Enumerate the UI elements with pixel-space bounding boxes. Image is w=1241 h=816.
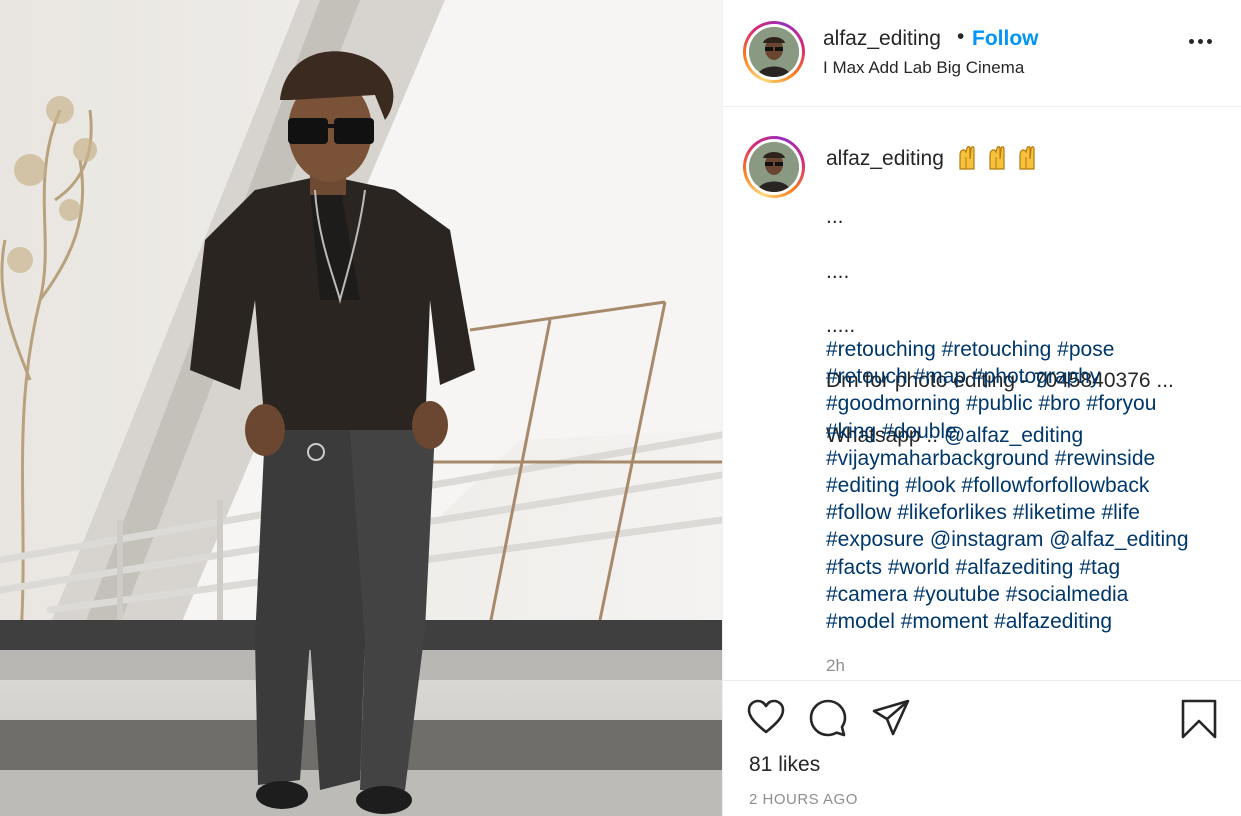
post-location[interactable]: I Max Add Lab Big Cinema: [823, 58, 1024, 78]
follow-button[interactable]: Follow: [972, 27, 1039, 51]
hashtag-line[interactable]: #retouch #map #photography: [826, 363, 1236, 390]
comment-icon[interactable]: [809, 699, 847, 742]
hashtag-line[interactable]: #follow #likeforlikes #liketime #life: [826, 499, 1236, 526]
bookmark-icon[interactable]: [1181, 699, 1217, 744]
hashtag-line[interactable]: #camera #youtube #socialmedia: [826, 581, 1236, 608]
header-separator: •: [957, 25, 965, 48]
hashtag-line[interactable]: #exposure @instagram @alfaz_editing: [826, 526, 1236, 553]
hashtag-block: #retouching #retouching #pose #retouch #…: [826, 336, 1236, 635]
post-timestamp[interactable]: 2 HOURS AGO: [749, 791, 858, 808]
header-username[interactable]: alfaz_editing: [823, 27, 941, 51]
hashtag-line[interactable]: #vijaymaharbackground #rewinside: [826, 445, 1236, 472]
profile-avatar[interactable]: [743, 21, 805, 83]
instagram-post: alfaz_editing • Follow I Max Add Lab Big…: [0, 0, 1241, 816]
caption-line: ....: [826, 259, 850, 283]
hashtag-line[interactable]: #editing #look #followforfollowback: [826, 472, 1236, 499]
hashtag-line[interactable]: #goodmorning #public #bro #foryou: [826, 390, 1236, 417]
likes-count[interactable]: 81 likes: [749, 753, 820, 777]
hashtag-line[interactable]: #king #double: [826, 418, 1236, 445]
raised-hands-icon: [959, 146, 1035, 170]
caption-line: ...: [826, 205, 844, 229]
hashtag-line[interactable]: #model #moment #alfazediting: [826, 608, 1236, 635]
post-actions: 81 likes 2 HOURS AGO: [723, 680, 1241, 816]
post-header: alfaz_editing • Follow I Max Add Lab Big…: [723, 0, 1241, 107]
post-photo-image: [0, 0, 722, 816]
post-photo[interactable]: [0, 0, 722, 816]
caption-avatar[interactable]: [743, 136, 805, 198]
more-horizontal-icon[interactable]: [1189, 36, 1215, 46]
raising-hands-emoji: [956, 145, 1046, 176]
hashtag-line[interactable]: #facts #world #alfazediting #tag: [826, 554, 1236, 581]
share-icon[interactable]: [871, 699, 911, 742]
heart-icon[interactable]: [747, 699, 785, 740]
hashtag-line[interactable]: #retouching #retouching #pose: [826, 336, 1236, 363]
caption-username[interactable]: alfaz_editing: [826, 147, 944, 171]
caption-time-ago: 2h: [826, 656, 845, 675]
post-side-panel: alfaz_editing • Follow I Max Add Lab Big…: [722, 0, 1241, 816]
